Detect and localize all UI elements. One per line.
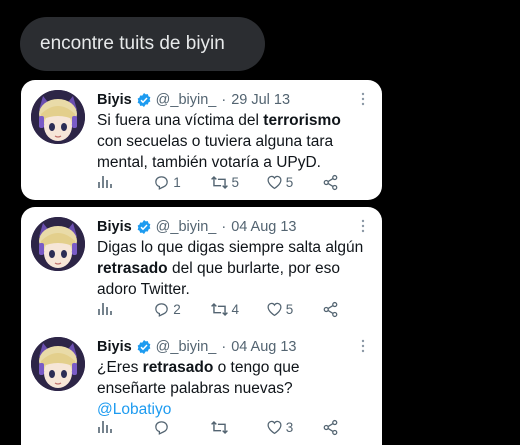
share-icon <box>322 301 339 318</box>
user-handle[interactable]: @_biyin_ <box>156 219 217 235</box>
tweet-actions: 1 5 5 <box>97 172 352 192</box>
like-count: 5 <box>285 301 294 317</box>
mention-link[interactable]: @Lobatiyo <box>97 401 171 418</box>
tweet-text-segment: Digas lo que digas siempre salta algún <box>97 239 364 256</box>
reply-button[interactable]: 2 <box>153 301 183 318</box>
like-button[interactable]: 5 <box>266 301 296 317</box>
more-options-icon[interactable] <box>356 339 370 357</box>
search-query-text: encontre tuits de biyin <box>40 33 225 54</box>
reply-count: 1 <box>173 174 181 190</box>
separator-dot: · <box>221 219 227 235</box>
tweet-text-segment: con secuelas o tuviera alguna tara menta… <box>97 133 334 171</box>
avatar[interactable] <box>31 217 85 271</box>
share-icon <box>322 419 339 436</box>
views-button[interactable] <box>97 174 127 190</box>
retweet-count: 4 <box>231 301 240 317</box>
user-handle[interactable]: @_biyin_ <box>156 92 217 108</box>
avatar[interactable] <box>31 90 85 144</box>
like-count: 5 <box>285 174 294 190</box>
share-button[interactable] <box>322 301 352 318</box>
reply-icon <box>153 174 170 191</box>
more-options-icon[interactable] <box>356 92 370 110</box>
retweet-icon <box>210 174 229 191</box>
tweet-text-segment: Si fuera una víctima del <box>97 112 264 129</box>
tweet-actions: 3 <box>97 417 352 437</box>
reply-icon <box>153 301 170 318</box>
retweet-button[interactable] <box>210 419 240 436</box>
views-icon <box>97 174 113 190</box>
like-icon <box>266 419 283 435</box>
more-options-icon[interactable] <box>356 219 370 237</box>
reply-button[interactable] <box>153 419 183 436</box>
tweet-text: Digas lo que digas siempre salta algún r… <box>97 237 370 300</box>
verified-badge-icon <box>136 339 152 355</box>
tweet-card: Biyis @_biyin_ · 29 Jul 13 Si fuera una … <box>21 80 382 200</box>
verified-badge-icon <box>136 219 152 235</box>
tweet-header: Biyis @_biyin_ · 29 Jul 13 <box>97 90 370 110</box>
views-button[interactable] <box>97 301 127 317</box>
search-query-bubble: encontre tuits de biyin <box>20 17 265 71</box>
retweet-button[interactable]: 4 <box>210 301 240 318</box>
like-icon <box>266 174 283 190</box>
tweet-header: Biyis @_biyin_ · 04 Aug 13 <box>97 217 370 237</box>
retweet-icon <box>210 301 229 318</box>
tweet-text-segment: ¿Eres <box>97 359 143 376</box>
tweet-actions: 2 4 5 <box>97 299 352 319</box>
tweet-text: Si fuera una víctima del terrorismo con … <box>97 110 370 173</box>
views-icon <box>97 301 113 317</box>
tweet-text: ¿Eres retrasado o tengo que enseñarte pa… <box>97 357 370 420</box>
views-icon <box>97 419 113 435</box>
separator-dot: · <box>221 92 227 108</box>
retweet-icon <box>210 419 229 436</box>
separator-dot: · <box>221 339 227 355</box>
user-handle[interactable]: @_biyin_ <box>156 339 217 355</box>
tweet-text-bold: retrasado <box>97 260 168 277</box>
tweet-card: Biyis @_biyin_ · 04 Aug 13 Digas lo que … <box>21 207 382 445</box>
tweet-date[interactable]: 04 Aug 13 <box>231 339 296 355</box>
avatar[interactable] <box>31 337 85 391</box>
tweet[interactable]: Biyis @_biyin_ · 04 Aug 13 ¿Eres retrasa… <box>21 327 382 445</box>
tweet-date[interactable]: 29 Jul 13 <box>231 92 290 108</box>
tweet[interactable]: Biyis @_biyin_ · 29 Jul 13 Si fuera una … <box>21 80 382 200</box>
retweet-button[interactable]: 5 <box>210 174 240 191</box>
share-button[interactable] <box>322 419 352 436</box>
display-name[interactable]: Biyis <box>97 339 132 355</box>
tweet[interactable]: Biyis @_biyin_ · 04 Aug 13 Digas lo que … <box>21 207 382 327</box>
reply-count: 2 <box>173 301 181 317</box>
tweet-text-bold: terrorismo <box>263 112 341 129</box>
share-icon <box>322 174 339 191</box>
views-button[interactable] <box>97 419 127 435</box>
like-button[interactable]: 3 <box>266 419 296 435</box>
display-name[interactable]: Biyis <box>97 92 132 108</box>
like-icon <box>266 301 283 317</box>
tweet-header: Biyis @_biyin_ · 04 Aug 13 <box>97 337 370 357</box>
tweet-date[interactable]: 04 Aug 13 <box>231 219 296 235</box>
tweet-text-bold: retrasado <box>142 359 214 376</box>
retweet-count: 5 <box>231 174 240 190</box>
share-button[interactable] <box>322 174 352 191</box>
like-count: 3 <box>285 419 294 435</box>
reply-icon <box>153 419 170 436</box>
reply-button[interactable]: 1 <box>153 174 183 191</box>
like-button[interactable]: 5 <box>266 174 296 190</box>
verified-badge-icon <box>136 92 152 108</box>
display-name[interactable]: Biyis <box>97 219 132 235</box>
